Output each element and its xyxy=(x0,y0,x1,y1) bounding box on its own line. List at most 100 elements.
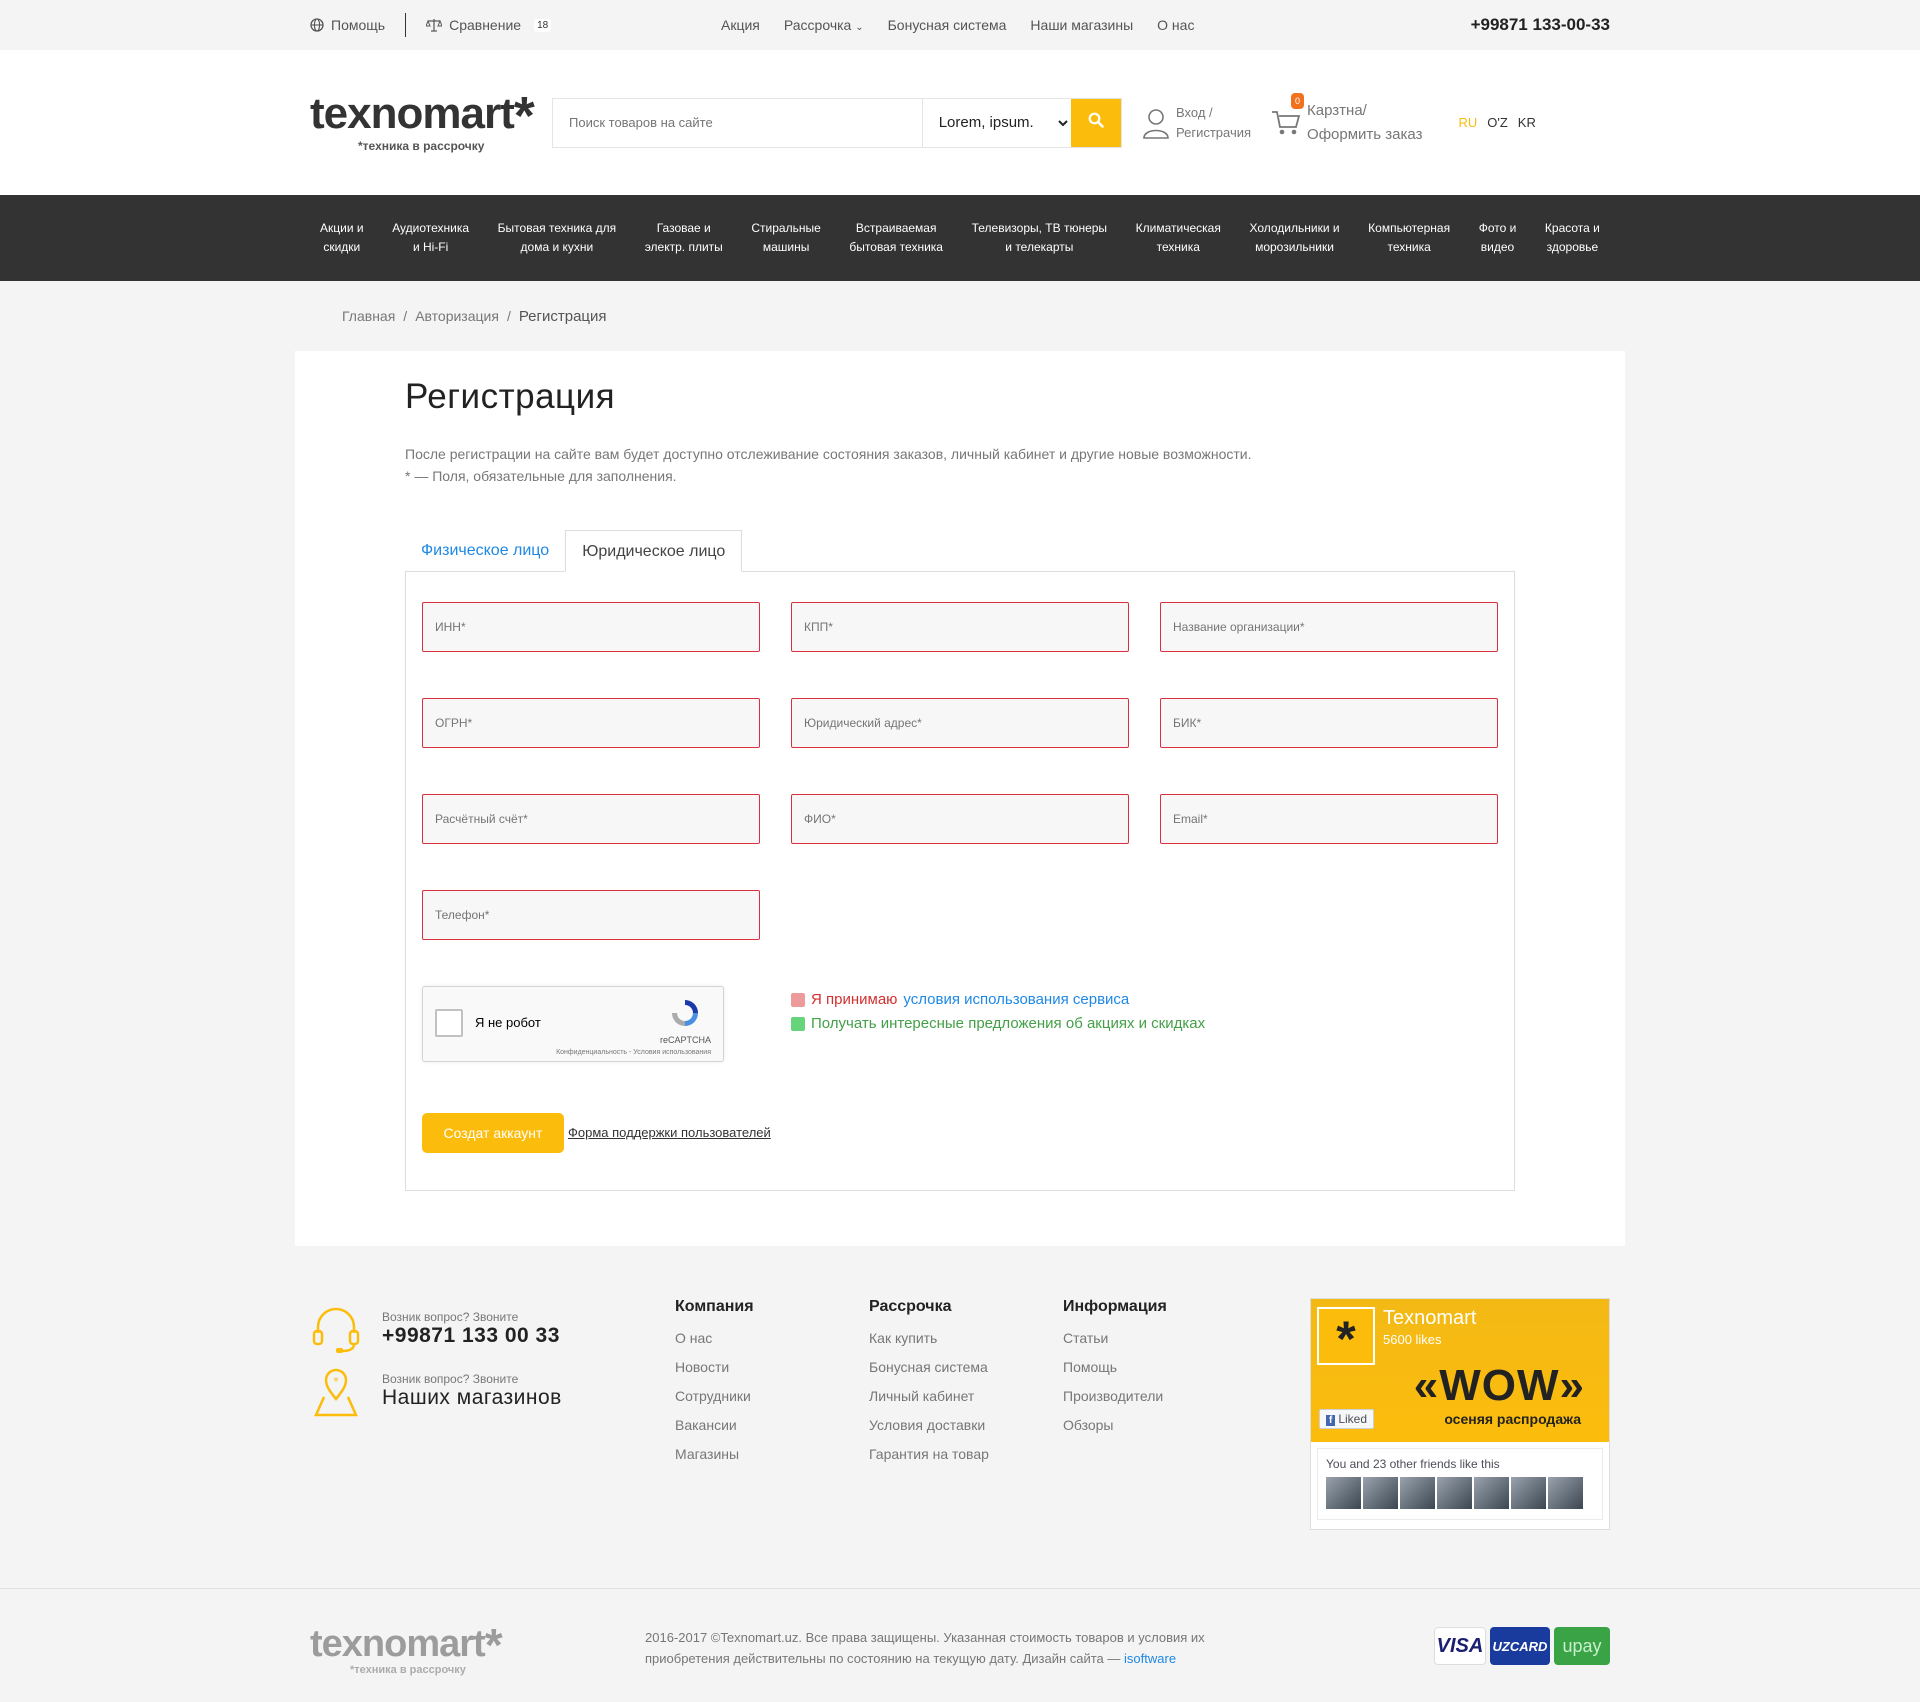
svg-text:*: * xyxy=(333,1375,339,1388)
footer-link[interactable]: Условия доставки xyxy=(869,1417,989,1433)
organization-name-field[interactable] xyxy=(1160,601,1498,652)
offers-checkbox[interactable] xyxy=(791,1016,805,1031)
footer-link[interactable]: Производители xyxy=(1063,1388,1167,1404)
footer-link[interactable]: Помощь xyxy=(1063,1359,1167,1375)
category-climate[interactable]: Климатическая техника xyxy=(1136,219,1221,256)
terms-checkbox-row[interactable]: Я принимаю условия использования сервиса xyxy=(791,988,1205,1012)
account-number-field[interactable] xyxy=(422,793,760,844)
facebook-cover[interactable]: * Texnomart 5600 likes «WOW» осеняя расп… xyxy=(1311,1299,1609,1442)
search-button[interactable] xyxy=(1071,98,1122,147)
footer-link[interactable]: Бонусная система xyxy=(869,1359,989,1375)
phone-field[interactable] xyxy=(422,889,760,940)
map-pin-icon: * xyxy=(314,1368,358,1417)
tab-legal-entity[interactable]: Юридическое лицо xyxy=(565,529,743,572)
avatar[interactable] xyxy=(1548,1477,1583,1509)
terms-checkbox[interactable] xyxy=(791,992,805,1007)
category-photo[interactable]: Фото и видео xyxy=(1479,219,1517,256)
footer-logo[interactable]: texnomart* *техника в рассрочку xyxy=(310,1622,503,1676)
category-computers[interactable]: Компьютерная техника xyxy=(1368,219,1450,256)
cart-link[interactable]: 0 Карзтна/Оформить заказ xyxy=(1271,92,1422,147)
footer-stores-link[interactable]: Наших магазинов xyxy=(382,1386,562,1410)
footer-link[interactable]: О нас xyxy=(675,1330,754,1346)
globe-icon xyxy=(310,18,324,32)
top-nav-installment[interactable]: Рассрочка ⌄ xyxy=(784,17,864,33)
top-nav-promo[interactable]: Акция xyxy=(721,17,760,33)
breadcrumb-home[interactable]: Главная xyxy=(342,308,395,324)
category-stoves[interactable]: Газовае и электр. плиты xyxy=(645,219,723,256)
footer-stores-block: * Возник вопрос? Звоните Наших магазинов xyxy=(310,1360,562,1422)
footer-logo-wordmark: texnomart* xyxy=(310,1622,503,1668)
top-bar-left: Помощь Сравнение 18 xyxy=(310,13,552,37)
search-input[interactable] xyxy=(553,98,922,147)
category-fridges[interactable]: Холодильники и морозильники xyxy=(1249,219,1339,256)
footer-link[interactable]: Магазины xyxy=(675,1446,754,1462)
recaptcha-checkbox[interactable] xyxy=(435,1008,463,1037)
header: texnomart* *техника в рассрочку Lorem, i… xyxy=(0,50,1920,195)
login-link[interactable]: Вход / Регистрачия xyxy=(1142,103,1251,142)
footer-link[interactable]: Личный кабинет xyxy=(869,1388,989,1404)
category-audio[interactable]: Аудиотехника и Hi-Fi xyxy=(392,219,469,256)
footer-link[interactable]: Вакансии xyxy=(675,1417,754,1433)
footer-col-title: Рассрочка xyxy=(869,1298,952,1315)
footer-phone[interactable]: +99871 133 00 33 xyxy=(382,1324,560,1348)
category-promo[interactable]: Акции и скидки xyxy=(320,219,364,256)
category-built-in[interactable]: Встраиваемая бытовая техника xyxy=(849,219,943,256)
footer-col-company: Компания О нас Новости Сотрудники Ваканс… xyxy=(675,1298,754,1475)
footer-col-title: Информация xyxy=(1063,1298,1167,1315)
footer-link[interactable]: Сотрудники xyxy=(675,1388,754,1404)
top-phone[interactable]: +99871 133-00-33 xyxy=(1471,15,1610,35)
offers-checkbox-row[interactable]: Получать интересные предложения об акция… xyxy=(791,1012,1205,1036)
designer-link[interactable]: isoftware xyxy=(1124,1651,1176,1666)
category-tv[interactable]: Телевизоры, ТВ тюнеры и телекарты xyxy=(972,219,1107,256)
footer-link[interactable]: Гарантия на товар xyxy=(869,1446,989,1462)
category-beauty[interactable]: Красота и здоровье xyxy=(1545,219,1600,256)
support-form-link[interactable]: Форма поддержки пользователей xyxy=(568,1125,771,1140)
tab-individual[interactable]: Физическое лицо xyxy=(405,530,565,572)
footer-link[interactable]: Обзоры xyxy=(1063,1417,1167,1433)
compare-count-badge: 18 xyxy=(534,18,552,32)
avatar[interactable] xyxy=(1326,1477,1361,1509)
category-home-appliances[interactable]: Бытовая техника для дома и кухни xyxy=(498,219,616,256)
category-washers[interactable]: Стиральные машины xyxy=(751,219,820,256)
legal-address-field[interactable] xyxy=(791,697,1129,748)
top-nav-bonus[interactable]: Бонусная система xyxy=(888,17,1007,33)
facebook-likes-count: 5600 likes xyxy=(1383,1332,1442,1347)
search-bar: Lorem, ipsum. xyxy=(552,97,1122,148)
full-name-field[interactable] xyxy=(791,793,1129,844)
lang-kr[interactable]: KR xyxy=(1518,115,1536,130)
search-category-select[interactable]: Lorem, ipsum. xyxy=(921,98,1072,147)
terms-link[interactable]: условия использования сервиса xyxy=(903,988,1129,1012)
avatar[interactable] xyxy=(1511,1477,1546,1509)
facebook-page-avatar: * xyxy=(1317,1307,1375,1367)
inn-field[interactable] xyxy=(422,601,760,652)
cart-text: Карзтна/Оформить заказ xyxy=(1307,99,1422,147)
avatar[interactable] xyxy=(1437,1477,1472,1509)
recaptcha-links[interactable]: Конфиденциальность - Условия использован… xyxy=(556,1049,711,1056)
kpp-field[interactable] xyxy=(791,601,1129,652)
facebook-liked-button[interactable]: f Liked xyxy=(1319,1409,1375,1429)
top-nav-stores[interactable]: Наши магазины xyxy=(1030,17,1133,33)
email-field[interactable] xyxy=(1160,793,1498,844)
form-fields xyxy=(422,601,1498,940)
help-link[interactable]: Помощь xyxy=(310,17,385,33)
facebook-f-icon: f xyxy=(1326,1415,1336,1426)
logo[interactable]: texnomart* *техника в рассрочку xyxy=(310,89,570,153)
avatar[interactable] xyxy=(1363,1477,1398,1509)
ogrn-field[interactable] xyxy=(422,697,760,748)
avatar[interactable] xyxy=(1400,1477,1435,1509)
top-nav-about[interactable]: О нас xyxy=(1157,17,1194,33)
category-nav: Акции и скидки Аудиотехника и Hi-Fi Быто… xyxy=(0,195,1920,281)
promo-headline: «WOW» xyxy=(1413,1361,1585,1410)
breadcrumb-auth[interactable]: Авторизация xyxy=(415,308,499,324)
create-account-button[interactable]: Создат аккаунт xyxy=(422,1112,564,1153)
facebook-page-name[interactable]: Texnomart xyxy=(1383,1307,1476,1330)
compare-link[interactable]: Сравнение 18 xyxy=(426,17,552,33)
avatar[interactable] xyxy=(1474,1477,1509,1509)
footer-link[interactable]: Новости xyxy=(675,1359,754,1375)
footer-link[interactable]: Статьи xyxy=(1063,1330,1167,1346)
lang-uz[interactable]: O'Z xyxy=(1487,115,1508,130)
lang-ru[interactable]: RU xyxy=(1458,115,1477,130)
bik-field[interactable] xyxy=(1160,697,1498,748)
footer-link[interactable]: Как купить xyxy=(869,1330,989,1346)
footer-logo-text: texnomart xyxy=(310,1623,486,1665)
